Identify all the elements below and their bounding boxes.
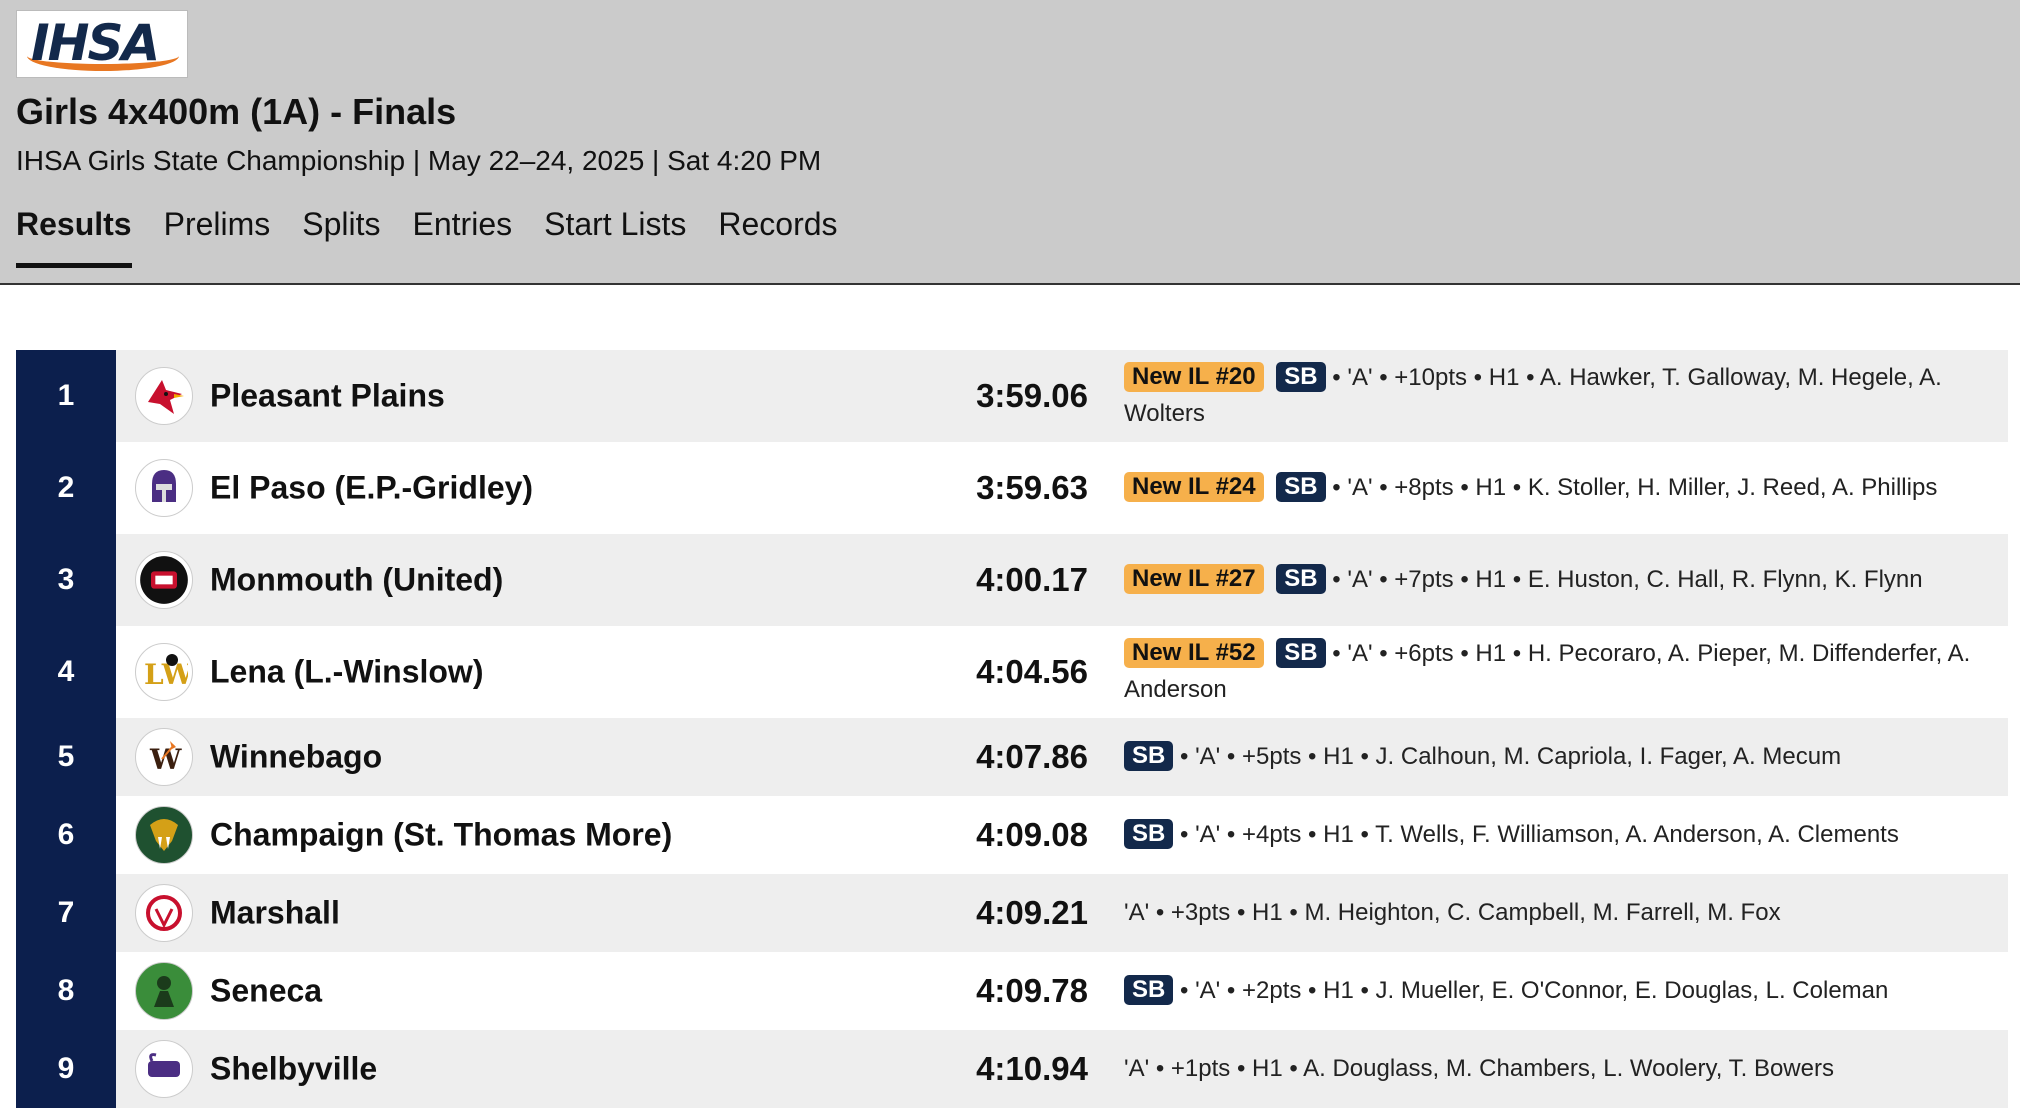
tab-bar: Results Prelims Splits Entries Start Lis… bbox=[16, 202, 838, 268]
season-best-badge: SB bbox=[1124, 819, 1174, 849]
season-best-badge: SB bbox=[1276, 362, 1326, 392]
school-name[interactable]: Marshall bbox=[210, 895, 340, 932]
result-time: 4:09.21 bbox=[976, 894, 1088, 931]
relay-info: • 'A' • +4pts • H1 • T. Wells, F. Willia… bbox=[1173, 821, 1899, 848]
result-time: 4:09.08 bbox=[976, 816, 1088, 853]
result-time: 3:59.63 bbox=[976, 469, 1088, 506]
place-number: 5 bbox=[16, 718, 116, 796]
result-row[interactable]: 3 Monmouth (United) 4:00.17 New IL #27 S… bbox=[16, 534, 2008, 626]
cardinal-icon bbox=[135, 367, 193, 425]
result-time: 4:07.86 bbox=[976, 738, 1088, 775]
season-best-badge: SB bbox=[1276, 638, 1326, 668]
place-number: 8 bbox=[16, 952, 116, 1030]
school-name[interactable]: Monmouth (United) bbox=[210, 562, 503, 599]
relay-info: • 'A' • +7pts • H1 • E. Huston, C. Hall,… bbox=[1325, 566, 1923, 593]
result-row[interactable]: 1 Pleasant Plains 3:59.06 New IL #20 SB … bbox=[16, 350, 2008, 442]
state-rank-badge: New IL #52 bbox=[1124, 638, 1264, 668]
tab-records[interactable]: Records bbox=[718, 202, 837, 268]
sabertooth-icon bbox=[135, 806, 193, 864]
relay-info: 'A' • +3pts • H1 • M. Heighton, C. Campb… bbox=[1124, 899, 1781, 926]
result-row[interactable]: 4 LW Lena (L.-Winslow) 4:04.56 New IL #5… bbox=[16, 626, 2008, 718]
result-row[interactable]: 7 Marshall 4:09.21 'A' • +3pts • H1 • M.… bbox=[16, 874, 2008, 952]
relay-info: • 'A' • +8pts • H1 • K. Stoller, H. Mill… bbox=[1325, 474, 1938, 501]
event-header: IHSA Girls 4x400m (1A) - Finals IHSA Gir… bbox=[0, 0, 2020, 285]
relay-info: • 'A' • +5pts • H1 • J. Calhoun, M. Capr… bbox=[1173, 743, 1842, 770]
result-row[interactable]: 8 Seneca 4:09.78 SB • 'A' • +2pts • H1 •… bbox=[16, 952, 2008, 1030]
fighting-irish-icon bbox=[135, 962, 193, 1020]
result-details: SB • 'A' • +4pts • H1 • T. Wells, F. Wil… bbox=[1124, 811, 1984, 859]
place-number: 2 bbox=[16, 442, 116, 534]
tab-entries[interactable]: Entries bbox=[413, 202, 513, 268]
page-title: Girls 4x400m (1A) - Finals bbox=[16, 91, 457, 132]
result-row[interactable]: 9 Shelbyville 4:10.94 'A' • +1pts • H1 •… bbox=[16, 1030, 2008, 1108]
event-subtitle: IHSA Girls State Championship | May 22–2… bbox=[16, 145, 822, 176]
w-arrow-icon: W bbox=[135, 728, 193, 786]
place-number: 1 bbox=[16, 350, 116, 442]
result-time: 4:04.56 bbox=[976, 653, 1088, 690]
result-details: 'A' • +1pts • H1 • A. Douglass, M. Chamb… bbox=[1124, 1045, 1984, 1093]
school-name[interactable]: Champaign (St. Thomas More) bbox=[210, 817, 672, 854]
relay-info: • 'A' • +2pts • H1 • J. Mueller, E. O'Co… bbox=[1173, 977, 1889, 1004]
titan-helmet-icon bbox=[135, 459, 193, 517]
school-name[interactable]: Shelbyville bbox=[210, 1051, 377, 1088]
result-row[interactable]: 6 Champaign (St. Thomas More) 4:09.08 SB… bbox=[16, 796, 2008, 874]
place-number: 3 bbox=[16, 534, 116, 626]
result-details: SB • 'A' • +2pts • H1 • J. Mueller, E. O… bbox=[1124, 967, 1984, 1015]
season-best-badge: SB bbox=[1124, 741, 1174, 771]
result-time: 3:59.06 bbox=[976, 377, 1088, 414]
relay-info: 'A' • +1pts • H1 • A. Douglass, M. Chamb… bbox=[1124, 1055, 1834, 1082]
tab-results[interactable]: Results bbox=[16, 202, 132, 268]
results-table: 1 Pleasant Plains 3:59.06 New IL #20 SB … bbox=[16, 350, 2008, 1108]
state-rank-badge: New IL #27 bbox=[1124, 564, 1264, 594]
tab-start-lists[interactable]: Start Lists bbox=[544, 202, 686, 268]
place-number: 6 bbox=[16, 796, 116, 874]
result-row[interactable]: 5 W Winnebago 4:07.86 SB • 'A' • +5pts •… bbox=[16, 718, 2008, 796]
svg-text:W: W bbox=[149, 743, 182, 776]
season-best-badge: SB bbox=[1276, 564, 1326, 594]
red-storm-icon bbox=[135, 551, 193, 609]
result-row[interactable]: 2 El Paso (E.P.-Gridley) 3:59.63 New IL … bbox=[16, 442, 2008, 534]
school-name[interactable]: Lena (L.-Winslow) bbox=[210, 654, 483, 691]
place-number: 4 bbox=[16, 626, 116, 718]
result-details: New IL #27 SB • 'A' • +7pts • H1 • E. Hu… bbox=[1124, 556, 1984, 604]
svg-text:LW: LW bbox=[144, 658, 188, 691]
result-details: New IL #24 SB • 'A' • +8pts • H1 • K. St… bbox=[1124, 464, 1984, 512]
lion-icon bbox=[135, 884, 193, 942]
school-name[interactable]: Pleasant Plains bbox=[210, 378, 445, 415]
result-details: SB • 'A' • +5pts • H1 • J. Calhoun, M. C… bbox=[1124, 733, 1984, 781]
school-name[interactable]: Winnebago bbox=[210, 739, 382, 776]
tab-prelims[interactable]: Prelims bbox=[164, 202, 271, 268]
place-number: 7 bbox=[16, 874, 116, 952]
result-time: 4:09.78 bbox=[976, 972, 1088, 1009]
result-details: New IL #52 SB • 'A' • +6pts • H1 • H. Pe… bbox=[1124, 630, 1984, 714]
result-time: 4:00.17 bbox=[976, 561, 1088, 598]
season-best-badge: SB bbox=[1124, 975, 1174, 1005]
season-best-badge: SB bbox=[1276, 472, 1326, 502]
result-details: 'A' • +3pts • H1 • M. Heighton, C. Campb… bbox=[1124, 889, 1984, 937]
logo-text: IHSA bbox=[31, 14, 160, 72]
ihsa-logo[interactable]: IHSA bbox=[16, 10, 188, 78]
rams-icon bbox=[135, 1040, 193, 1098]
state-rank-badge: New IL #24 bbox=[1124, 472, 1264, 502]
school-name[interactable]: El Paso (E.P.-Gridley) bbox=[210, 470, 533, 507]
result-details: New IL #20 SB • 'A' • +10pts • H1 • A. H… bbox=[1124, 354, 1984, 438]
place-number: 9 bbox=[16, 1030, 116, 1108]
tab-splits[interactable]: Splits bbox=[302, 202, 380, 268]
lw-panther-icon: LW bbox=[135, 643, 193, 701]
result-time: 4:10.94 bbox=[976, 1050, 1088, 1087]
school-name[interactable]: Seneca bbox=[210, 973, 322, 1010]
state-rank-badge: New IL #20 bbox=[1124, 362, 1264, 392]
